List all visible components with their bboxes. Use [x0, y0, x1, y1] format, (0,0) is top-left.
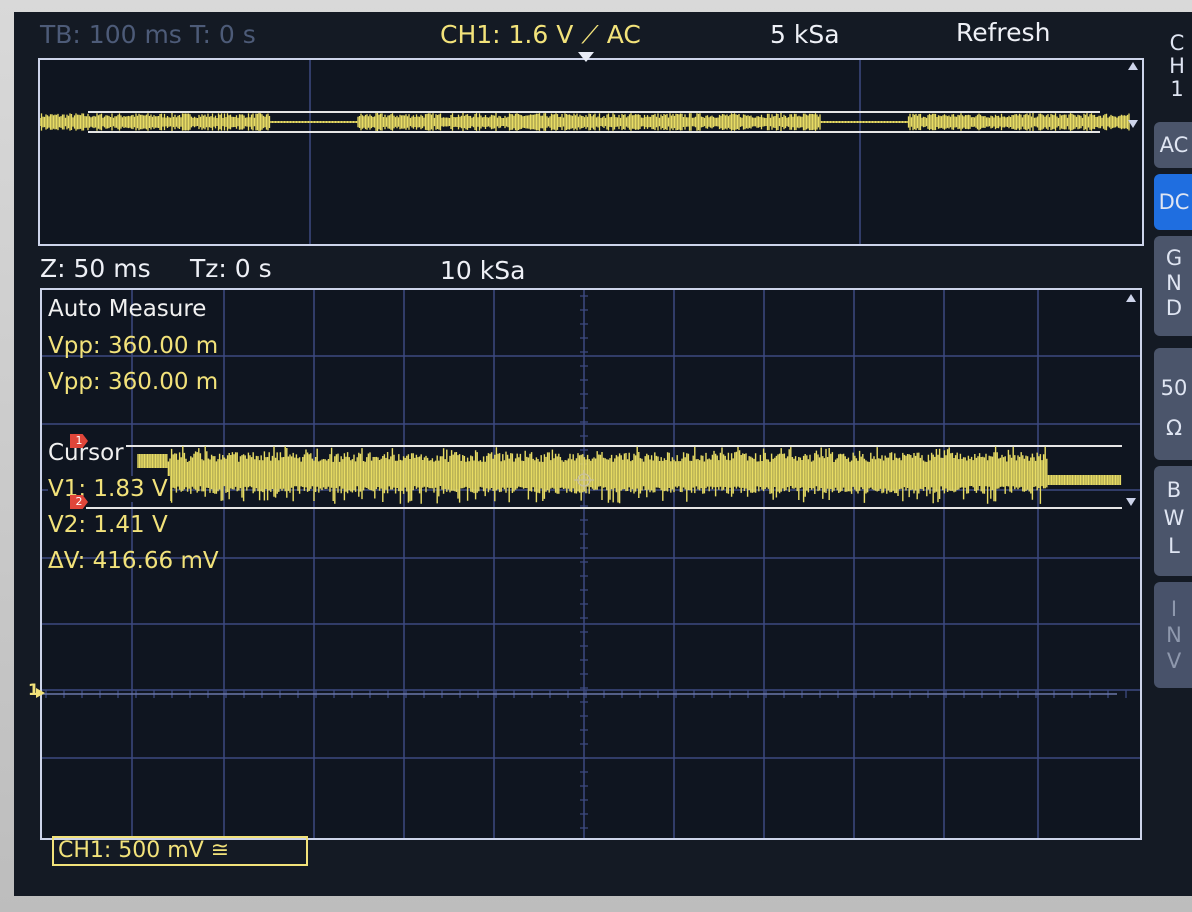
channel-scale-box[interactable]: CH1: 500 mV ≅ — [52, 836, 308, 866]
coupling-gnd-button[interactable]: GND — [1154, 236, 1192, 336]
impedance-50-ohm-button[interactable]: 50 Ω — [1154, 348, 1192, 460]
cursor-title: Cursor — [48, 440, 126, 466]
scroll-down-arrow-icon — [1126, 498, 1136, 506]
invert-button[interactable]: INV — [1154, 582, 1192, 688]
zoom-time-label: Tz: 0 s — [190, 254, 272, 283]
timebase-label: TB: 100 ms — [40, 20, 182, 49]
acquisition-mode-label[interactable]: Refresh — [956, 18, 1050, 47]
channel-side-menu: C H 1 AC DC GND 50 Ω BWL INV — [1148, 22, 1192, 712]
scroll-up-arrow-icon — [1126, 294, 1136, 302]
scroll-up-arrow-icon — [1128, 62, 1138, 70]
cursor-delta-readout: ΔV: 416.66 mV — [48, 548, 219, 574]
overview-trace — [40, 113, 1136, 131]
auto-measure-title: Auto Measure — [48, 296, 207, 322]
measurement-vpp-2: Vpp: 360.00 m — [48, 369, 219, 395]
sample-rate-label: 5 kSa — [770, 20, 840, 49]
cursor-v1-readout: V1: 1.83 V — [48, 476, 170, 502]
measurement-vpp-1: Vpp: 360.00 m — [48, 333, 219, 359]
trigger-time-label: T: 0 s — [190, 20, 256, 49]
overview-waveform — [40, 60, 1138, 244]
zoom-timebase-label: Z: 50 ms — [40, 254, 151, 283]
channel-menu-title: C H 1 — [1169, 31, 1185, 101]
bandwidth-limit-button[interactable]: BWL — [1154, 466, 1192, 576]
zoom-sample-rate-label: 10 kSa — [440, 256, 526, 285]
ground-arrow-icon — [36, 688, 45, 698]
coupling-ac-button[interactable]: AC — [1154, 122, 1192, 168]
cursor-v2-readout: V2: 1.41 V — [48, 512, 168, 538]
channel-setting-label[interactable]: CH1: 1.6 V ⟋ AC — [440, 20, 641, 50]
overview-panel — [38, 58, 1144, 246]
trigger-position-marker-icon — [578, 52, 594, 62]
main-trace — [137, 446, 1122, 504]
coupling-dc-button[interactable]: DC — [1154, 174, 1192, 230]
